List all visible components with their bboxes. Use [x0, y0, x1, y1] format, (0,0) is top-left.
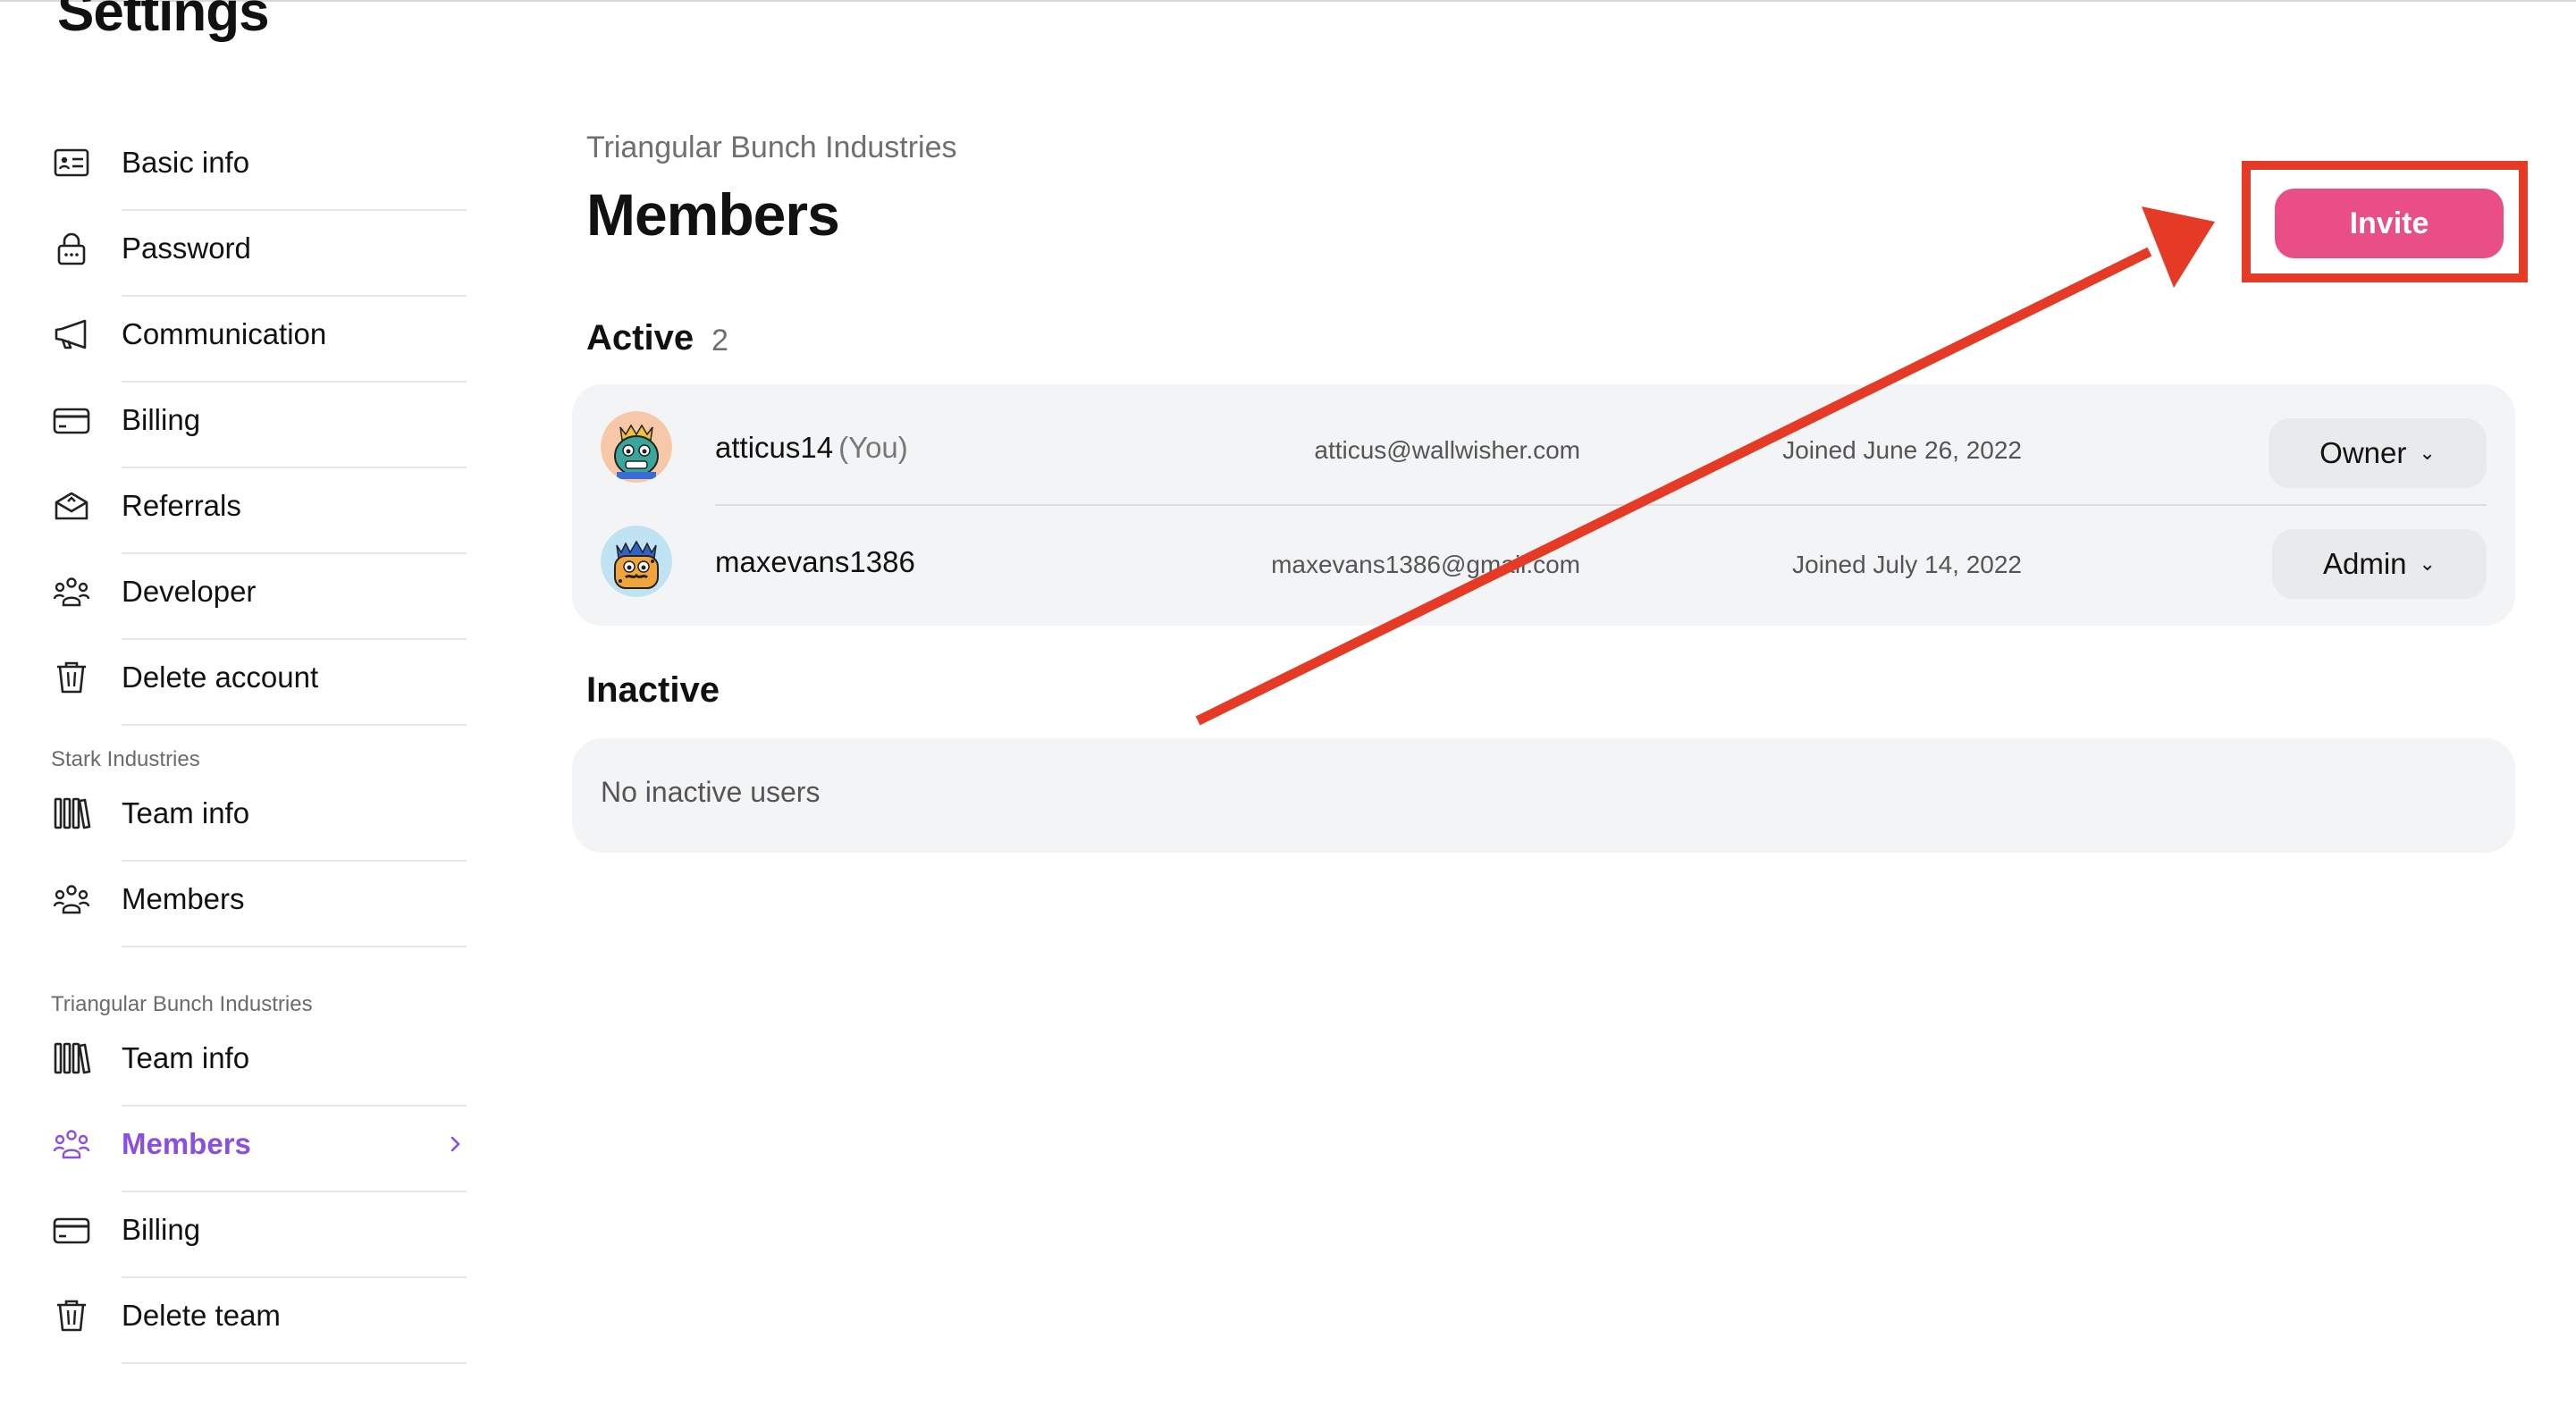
sidebar-item-members[interactable]: Members [52, 862, 467, 947]
section-title: Members [586, 181, 840, 248]
sidebar-item-label: Referrals [122, 489, 241, 522]
member-username: maxevans1386 [715, 545, 915, 579]
username-text: maxevans1386 [715, 545, 915, 578]
member-email: atticus@wallwisher.com [1314, 436, 1580, 464]
member-email: maxevans1386@gmail.com [1271, 551, 1580, 578]
role-label: Owner [2319, 436, 2407, 469]
settings-sidebar: Basic info Password Communication Billin… [0, 0, 501, 1414]
sidebar-item-basic-info[interactable]: Basic info [52, 125, 467, 211]
divider [122, 946, 467, 947]
sidebar-item-label: Members [122, 882, 245, 915]
sidebar-item-label: Basic info [122, 146, 250, 179]
member-joined-date: Joined July 14, 2022 [1792, 551, 2022, 578]
inactive-heading: Inactive [586, 670, 720, 710]
sidebar-item-delete-team[interactable]: Delete team [52, 1278, 467, 1364]
monster-avatar-icon[interactable] [601, 526, 672, 597]
people-icon [52, 572, 91, 611]
divider [122, 724, 467, 726]
people-icon [52, 1124, 91, 1164]
username-text: atticus14 [715, 431, 834, 464]
sidebar-item-label: Delete team [122, 1299, 281, 1332]
chevron-down-icon: ⌄ [2419, 552, 2436, 575]
role-dropdown-owner[interactable]: Owner ⌄ [2269, 418, 2487, 488]
member-row: maxevans1386 maxevans1386@gmail.com Join… [572, 506, 2515, 620]
active-count: 2 [711, 324, 728, 358]
sidebar-group-title: Triangular Bunch Industries [51, 992, 313, 1016]
sidebar-item-label: Team info [122, 1041, 250, 1074]
sidebar-item-billing[interactable]: Billing [52, 383, 467, 468]
people-icon [52, 880, 91, 919]
org-name: Triangular Bunch Industries [586, 130, 957, 164]
divider [122, 1362, 467, 1364]
sidebar-item-label: Password [122, 231, 251, 265]
sidebar-item-label: Billing [122, 403, 201, 436]
sidebar-group-title: Stark Industries [51, 747, 200, 771]
chevron-right-icon [445, 1126, 467, 1162]
sidebar-item-label: Communication [122, 317, 327, 350]
sidebar-item-label: Delete account [122, 661, 319, 694]
sidebar-item-team-info[interactable]: Team info [52, 1021, 467, 1107]
id-card-icon [52, 143, 91, 182]
sidebar-item-label: Team info [122, 796, 250, 829]
role-dropdown-admin[interactable]: Admin ⌄ [2272, 529, 2487, 599]
sidebar-item-label: Billing [122, 1213, 201, 1246]
sidebar-item-referrals[interactable]: Referrals [52, 468, 467, 554]
credit-card-icon [52, 1210, 91, 1250]
member-joined-date: Joined June 26, 2022 [1782, 436, 2022, 464]
sidebar-item-billing[interactable]: Billing [52, 1192, 467, 1278]
sidebar-item-delete-account[interactable]: Delete account [52, 640, 467, 726]
chevron-down-icon: ⌄ [2419, 442, 2436, 464]
sidebar-item-developer[interactable]: Developer [52, 554, 467, 640]
sidebar-item-label: Members [122, 1127, 251, 1160]
member-row: atticus14 (You) atticus@wallwisher.com Jo… [572, 390, 2515, 504]
annotation-highlight-box [2242, 161, 2528, 282]
you-tag: (You) [838, 431, 908, 464]
inactive-members-list: No inactive users [572, 738, 2515, 853]
empty-state-text: No inactive users [601, 776, 821, 808]
megaphone-icon [52, 315, 91, 354]
monster-avatar-icon[interactable] [601, 411, 672, 483]
active-heading: Active [586, 318, 695, 358]
member-username: atticus14 (You) [715, 431, 908, 465]
books-icon [52, 1039, 91, 1078]
role-label: Admin [2323, 547, 2407, 580]
active-members-list: atticus14 (You) atticus@wallwisher.com Jo… [572, 384, 2515, 626]
books-icon [52, 794, 91, 833]
credit-card-icon [52, 400, 91, 440]
sidebar-item-label: Developer [122, 575, 257, 608]
trash-icon [52, 1296, 91, 1335]
sidebar-item-password[interactable]: Password [52, 211, 467, 297]
sidebar-item-communication[interactable]: Communication [52, 297, 467, 383]
sidebar-item-members-active[interactable]: Members [52, 1107, 467, 1192]
trash-icon [52, 658, 91, 697]
sidebar-item-team-info[interactable]: Team info [52, 776, 467, 862]
lock-icon [52, 229, 91, 268]
gift-box-icon [52, 486, 91, 526]
